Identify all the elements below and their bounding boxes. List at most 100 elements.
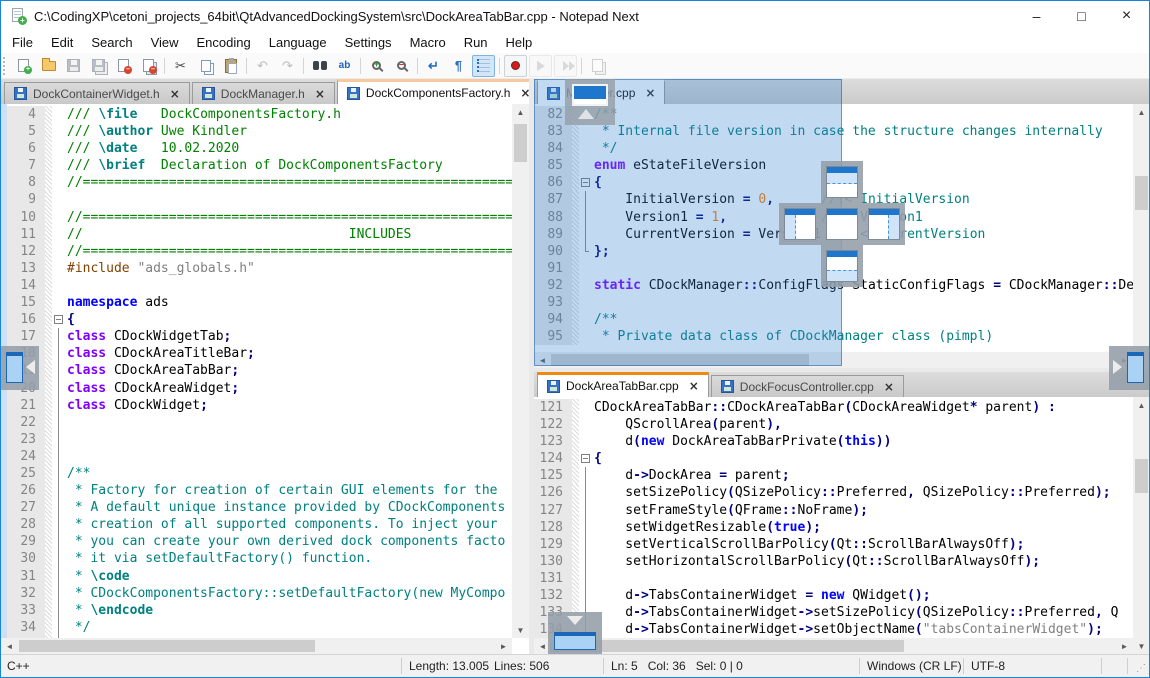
bookmark-margin[interactable] (572, 587, 579, 604)
fold-margin[interactable] (579, 467, 592, 484)
status-language[interactable]: C++ (7, 659, 30, 673)
copy-button[interactable] (194, 55, 217, 77)
bookmark-margin[interactable] (572, 484, 579, 501)
open-file-button[interactable] (37, 55, 60, 77)
bookmark-margin[interactable] (45, 482, 52, 499)
bookmark-margin[interactable] (45, 602, 52, 619)
bookmark-margin[interactable] (45, 550, 52, 567)
scrollbar-thumb[interactable] (19, 640, 315, 652)
bookmark-margin[interactable] (572, 416, 579, 433)
fold-margin[interactable] (579, 450, 592, 467)
fold-margin[interactable] (52, 499, 65, 516)
menu-view[interactable]: View (142, 33, 188, 52)
bookmark-margin[interactable] (45, 516, 52, 533)
scroll-up-arrow[interactable]: ▲ (1133, 104, 1150, 120)
fold-margin[interactable] (579, 502, 592, 519)
dock-indicator-center[interactable] (821, 203, 863, 245)
fold-margin[interactable] (52, 465, 65, 482)
fold-margin[interactable] (52, 516, 65, 533)
status-encoding[interactable]: UTF-8 (971, 659, 1005, 673)
zoom-in-button[interactable]: + (365, 55, 388, 77)
close-button[interactable]: – (112, 55, 135, 77)
bookmark-margin[interactable] (45, 499, 52, 516)
fold-margin[interactable] (52, 602, 65, 619)
tab-dockmanager-h[interactable]: DockManager.h× (192, 82, 335, 104)
tab-dockfocuscontroller-cpp[interactable]: DockFocusController.cpp× (711, 375, 904, 397)
bookmark-margin[interactable] (572, 536, 579, 553)
fold-margin[interactable] (52, 157, 65, 174)
show-all-characters-button[interactable]: ¶ (447, 55, 470, 77)
word-wrap-button[interactable]: ↵ (422, 55, 445, 77)
scrollbar-horizontal-left-pane[interactable]: ◄ ► (1, 638, 512, 654)
bookmark-margin[interactable] (45, 174, 52, 191)
fold-margin[interactable] (52, 345, 65, 362)
editor-dock-components-factory[interactable]: 4/// \file DockComponentsFactory.h5/// \… (7, 104, 512, 638)
fold-margin[interactable] (52, 397, 65, 414)
bookmark-margin[interactable] (572, 450, 579, 467)
redo-button[interactable]: ↷ (276, 55, 299, 77)
scrollbar-thumb[interactable] (514, 124, 527, 162)
minimize-button[interactable]: – (1014, 1, 1059, 31)
scrollbar-vertical-top-right-pane[interactable]: ▲ ▼ (1133, 104, 1150, 368)
fold-margin[interactable] (52, 550, 65, 567)
bookmark-margin[interactable] (45, 568, 52, 585)
bookmark-margin[interactable] (572, 467, 579, 484)
menu-settings[interactable]: Settings (336, 33, 401, 52)
cut-button[interactable]: ✂ (169, 55, 192, 77)
bookmark-margin[interactable] (45, 585, 52, 602)
fold-margin[interactable] (52, 619, 65, 636)
fold-margin[interactable] (52, 260, 65, 277)
bookmark-margin[interactable] (45, 431, 52, 448)
close-all-button[interactable]: – (137, 55, 160, 77)
bookmark-margin[interactable] (45, 328, 52, 345)
bookmark-margin[interactable] (572, 399, 579, 416)
status-eol[interactable]: Windows (CR LF) (867, 659, 962, 673)
fold-margin[interactable] (52, 482, 65, 499)
save-session-button[interactable] (586, 55, 609, 77)
bookmark-margin[interactable] (45, 123, 52, 140)
menu-macro[interactable]: Macro (401, 33, 455, 52)
fold-margin[interactable] (52, 294, 65, 311)
bookmark-margin[interactable] (45, 397, 52, 414)
bookmark-margin[interactable] (45, 209, 52, 226)
maximize-button[interactable]: □ (1059, 1, 1104, 31)
scrollbar-vertical-bottom-right-pane[interactable]: ▲ ▼ (1133, 397, 1150, 654)
menu-file[interactable]: File (3, 33, 42, 52)
bookmark-margin[interactable] (45, 311, 52, 328)
bookmark-margin[interactable] (45, 226, 52, 243)
fold-margin[interactable] (52, 328, 65, 345)
scrollbar-thumb[interactable] (1135, 176, 1148, 210)
replace-button[interactable]: ab (333, 55, 356, 77)
dock-indicator-bottom[interactable] (821, 245, 863, 287)
toolbar-grip[interactable] (3, 57, 8, 75)
menu-help[interactable]: Help (497, 33, 542, 52)
bookmark-margin[interactable] (45, 294, 52, 311)
fold-margin[interactable] (52, 431, 65, 448)
bookmark-margin[interactable] (45, 345, 52, 362)
fold-margin[interactable] (52, 209, 65, 226)
tab-dockcontainerwidget-h[interactable]: DockContainerWidget.h× (4, 82, 190, 104)
close-tab-icon[interactable]: × (170, 88, 180, 100)
scrollbar-vertical-left-pane[interactable]: ▲ ▼ (512, 104, 529, 638)
fold-margin[interactable] (52, 568, 65, 585)
menu-search[interactable]: Search (82, 33, 141, 52)
bookmark-margin[interactable] (45, 277, 52, 294)
fold-margin[interactable] (52, 585, 65, 602)
menu-edit[interactable]: Edit (42, 33, 82, 52)
scroll-left-arrow[interactable]: ◄ (1, 638, 18, 654)
dock-indicator-right[interactable] (863, 203, 905, 245)
bookmark-margin[interactable] (45, 191, 52, 208)
bookmark-margin[interactable] (45, 448, 52, 465)
menu-run[interactable]: Run (455, 33, 497, 52)
editor-dock-area-tab-bar[interactable]: 121CDockAreaTabBar::CDockAreaTabBar(CDoc… (534, 397, 1133, 638)
fold-margin[interactable] (52, 174, 65, 191)
tab-dockcomponentsfactory-h[interactable]: DockComponentsFactory.h× (337, 79, 541, 104)
fold-margin[interactable] (579, 519, 592, 536)
close-tab-icon[interactable]: × (689, 380, 699, 392)
scrollbar-thumb[interactable] (550, 640, 904, 652)
scroll-down-arrow[interactable]: ▼ (512, 622, 529, 638)
fold-margin[interactable] (52, 362, 65, 379)
bookmark-margin[interactable] (572, 553, 579, 570)
scroll-right-arrow[interactable]: ► (1116, 638, 1133, 654)
resize-grip[interactable]: ⋰ (1136, 663, 1146, 674)
